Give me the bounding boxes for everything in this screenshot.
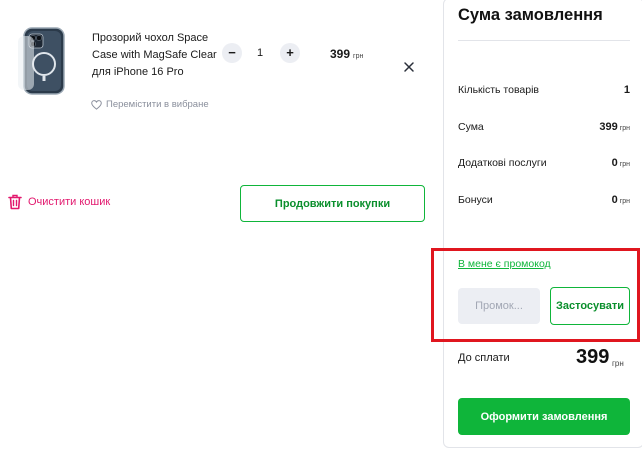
subtotal-label: Сума (458, 121, 484, 133)
bonuses-number: 0 (611, 194, 618, 206)
total-value: 399 (576, 346, 610, 368)
extra-services-currency: грн (619, 161, 630, 168)
close-icon (404, 62, 414, 72)
summary-divider (458, 40, 630, 41)
apply-promo-button[interactable]: Застосувати (550, 287, 630, 325)
bonuses-label: Бонуси (458, 194, 493, 206)
item-price: 399 грн (330, 47, 363, 61)
quantity-increase-button[interactable]: + (280, 43, 300, 63)
items-count-number: 1 (623, 84, 630, 96)
move-to-favorites-link[interactable]: Перемістити в вибране (91, 99, 209, 110)
subtotal-currency: грн (619, 125, 630, 132)
clear-cart-label: Очистити кошик (28, 196, 111, 208)
subtotal-value: 399 грн (599, 121, 630, 133)
items-count-value: 1 (624, 84, 630, 96)
items-count-label: Кількість товарів (458, 84, 540, 96)
total-label: До сплати (458, 352, 510, 364)
bonuses-value: 0 грн (612, 194, 630, 206)
item-price-currency: грн (353, 53, 364, 60)
product-image[interactable] (18, 26, 72, 96)
product-name[interactable]: Прозорий чохол Space Case with MagSafe C… (92, 30, 217, 81)
item-price-value: 399 (330, 47, 351, 61)
extra-services-number: 0 (611, 157, 618, 169)
bonuses-currency: грн (619, 198, 630, 205)
promo-code-link[interactable]: В мене є промокод (458, 258, 551, 270)
order-summary-title: Сума замовлення (458, 6, 603, 24)
quantity-value: 1 (256, 47, 264, 59)
move-to-favorites-label: Перемістити в вибране (106, 99, 209, 110)
trash-icon (8, 194, 22, 210)
promo-code-input[interactable] (458, 288, 540, 324)
continue-shopping-button[interactable]: Продовжити покупки (240, 185, 425, 222)
total-currency: грн (612, 359, 624, 368)
checkout-button[interactable]: Оформити замовлення (458, 398, 630, 435)
extra-services-value: 0 грн (612, 157, 630, 169)
subtotal-number: 399 (599, 121, 618, 133)
remove-item-button[interactable] (402, 60, 416, 74)
order-summary-panel (443, 0, 642, 448)
clear-cart-button[interactable]: Очистити кошик (8, 194, 110, 210)
quantity-decrease-button[interactable]: − (222, 43, 242, 63)
heart-icon (91, 99, 102, 110)
extra-services-label: Додаткові послуги (458, 157, 547, 169)
